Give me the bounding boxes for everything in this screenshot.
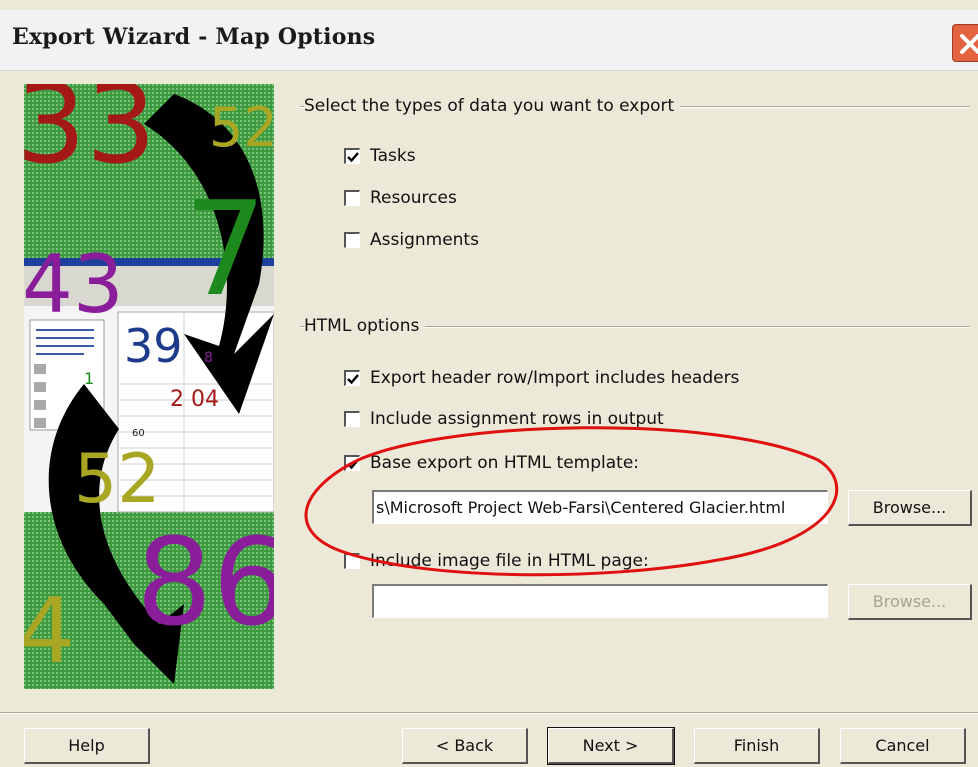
base-template-label: Base export on HTML template: <box>370 453 640 473</box>
browse-image-button[interactable]: Browse... <box>848 584 972 620</box>
button-separator <box>0 712 978 714</box>
template-path-value: s\Microsoft Project Web-Farsi\Centered G… <box>376 498 786 517</box>
assignments-checkbox-row[interactable]: Assignments <box>344 227 479 253</box>
resources-label: Resources <box>370 188 457 208</box>
image-path-input[interactable] <box>372 584 828 618</box>
art-number-43: 43 <box>24 238 124 331</box>
back-button[interactable]: < Back <box>402 728 528 764</box>
checkmark-icon <box>347 152 359 163</box>
window-title: Export Wizard - Map Options <box>12 24 376 50</box>
resources-checkbox-row[interactable]: Resources <box>344 185 457 211</box>
wizard-illustration: 33 52 7 43 39 8 1 2 04 60 52 86 4 <box>24 84 274 689</box>
base-template-checkbox-row[interactable]: Base export on HTML template: <box>344 450 639 476</box>
include-assignment-checkbox-row[interactable]: Include assignment rows in output <box>344 406 664 432</box>
help-button[interactable]: Help <box>24 728 150 764</box>
resources-checkbox[interactable] <box>344 190 360 206</box>
export-header-checkbox-row[interactable]: Export header row/Import includes header… <box>344 365 739 391</box>
title-bar: Export Wizard - Map Options <box>0 10 978 71</box>
close-icon <box>960 34 978 54</box>
include-assignment-checkbox[interactable] <box>344 411 360 427</box>
art-number-33: 33 <box>24 84 156 188</box>
art-number-4: 4 <box>24 579 75 684</box>
close-button[interactable] <box>952 24 978 62</box>
include-image-checkbox-row[interactable]: Include image file in HTML page: <box>344 548 649 574</box>
export-header-label: Export header row/Import includes header… <box>370 368 740 388</box>
tasks-label: Tasks <box>370 146 416 166</box>
export-wizard-dialog: Export Wizard - Map Options 33 52 7 43 3… <box>0 0 978 767</box>
base-template-checkbox[interactable] <box>344 455 360 471</box>
include-assignment-label: Include assignment rows in output <box>370 409 664 429</box>
include-image-checkbox[interactable] <box>344 553 360 569</box>
checkmark-icon <box>347 374 359 385</box>
data-types-group-title: Select the types of data you want to exp… <box>304 96 681 116</box>
art-number-1: 1 <box>84 369 94 388</box>
html-options-group-title: HTML options <box>304 316 426 336</box>
finish-button[interactable]: Finish <box>694 728 820 764</box>
art-number-39: 39 <box>124 319 183 373</box>
tasks-checkbox-row[interactable]: Tasks <box>344 143 416 169</box>
art-number-86: 86 <box>136 514 274 653</box>
assignments-checkbox[interactable] <box>344 232 360 248</box>
browse-template-button[interactable]: Browse... <box>848 490 972 526</box>
cancel-button[interactable]: Cancel <box>840 728 966 764</box>
template-path-input[interactable]: s\Microsoft Project Web-Farsi\Centered G… <box>372 490 828 524</box>
checkmark-icon <box>347 459 359 470</box>
tasks-checkbox[interactable] <box>344 148 360 164</box>
art-number-7: 7 <box>184 173 267 325</box>
export-header-checkbox[interactable] <box>344 370 360 386</box>
art-number-60: 60 <box>132 428 145 439</box>
art-number-204: 2 04 <box>170 387 219 412</box>
include-image-label: Include image file in HTML page: <box>370 551 649 571</box>
next-button[interactable]: Next > <box>547 727 675 765</box>
assignments-label: Assignments <box>370 230 479 250</box>
art-number-52-mid: 52 <box>74 440 161 519</box>
art-number-52-top: 52 <box>209 96 274 159</box>
art-number-8: 8 <box>204 350 213 366</box>
